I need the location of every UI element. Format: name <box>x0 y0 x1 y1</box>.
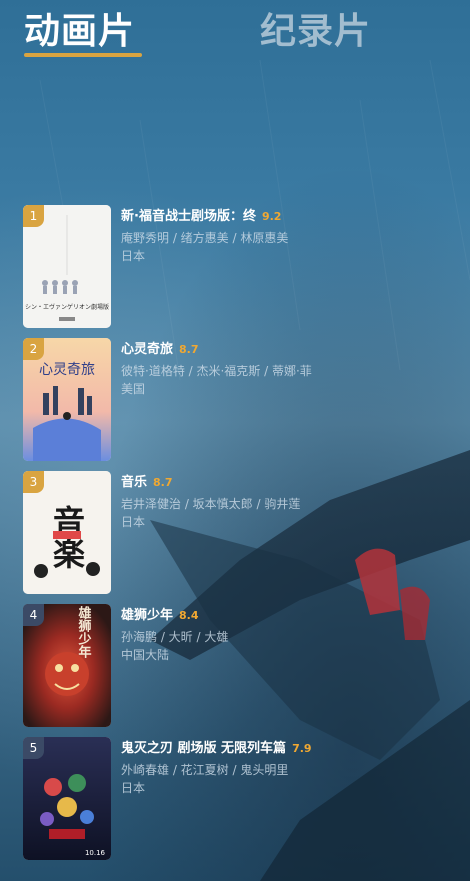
movie-people: 彼特·道格特 / 杰米·福克斯 / 蒂娜·菲 <box>121 364 312 378</box>
tab-documentary[interactable]: 纪录片 <box>260 10 371 54</box>
movie-region: 美国 <box>121 382 146 396</box>
movie-poster[interactable]: 4 雄狮少年 <box>23 604 111 727</box>
movie-people: 外崎春雄 / 花江夏树 / 鬼头明里 <box>121 763 289 777</box>
active-tab-indicator <box>24 53 142 57</box>
movie-poster[interactable]: 1 シン・エヴァンゲリオン劇場版 <box>23 205 111 328</box>
movie-score: 8.7 <box>153 476 173 489</box>
poster-title: 雄狮少年 <box>76 605 93 659</box>
movie-title[interactable]: 音乐 <box>121 471 147 490</box>
movie-region: 日本 <box>121 781 146 795</box>
movie-region: 日本 <box>121 249 146 263</box>
movie-info: 雄狮少年 8.4 孙海鹏 / 大昕 / 大雄 中国大陆 <box>121 604 451 664</box>
list-item[interactable]: 4 雄狮少年 雄狮少年 8.4 孙海鹏 / 大昕 / 大雄 中国大陆 <box>23 604 453 727</box>
movie-title[interactable]: 雄狮少年 <box>121 604 173 623</box>
movie-info: 新·福音战士剧场版：终 9.2 庵野秀明 / 绪方惠美 / 林原惠美 日本 <box>121 205 451 265</box>
rank-badge: 2 <box>23 338 44 360</box>
movie-info: 心灵奇旅 8.7 彼特·道格特 / 杰米·福克斯 / 蒂娜·菲 美国 <box>121 338 451 398</box>
movie-people: 庵野秀明 / 绪方惠美 / 林原惠美 <box>121 231 289 245</box>
movie-title[interactable]: 鬼灭之刃 剧场版 无限列车篇 <box>121 737 286 756</box>
poster-title: シン・エヴァンゲリオン劇場版 <box>25 303 109 311</box>
movie-people: 岩井泽健治 / 坂本慎太郎 / 驹井莲 <box>121 497 301 511</box>
movie-poster[interactable]: 3 音楽 <box>23 471 111 594</box>
poster-date: 10.16 <box>85 849 106 857</box>
list-item[interactable]: 1 シン・エヴァンゲリオン劇場版 新·福音战士剧场版：终 9.2 庵野秀明 / … <box>23 205 453 328</box>
rank-badge: 3 <box>23 471 44 493</box>
rank-badge: 4 <box>23 604 44 626</box>
movie-score: 7.9 <box>292 742 312 755</box>
movie-region: 中国大陆 <box>121 648 170 662</box>
movie-score: 8.7 <box>179 343 199 356</box>
movie-title[interactable]: 心灵奇旅 <box>121 338 173 357</box>
rank-badge: 5 <box>23 737 44 759</box>
movie-region: 日本 <box>121 515 146 529</box>
movie-score: 8.4 <box>179 609 199 622</box>
movie-score: 9.2 <box>261 210 282 223</box>
movie-info: 音乐 8.7 岩井泽健治 / 坂本慎太郎 / 驹井莲 日本 <box>121 471 451 531</box>
movie-poster[interactable]: 2 心灵奇旅 <box>23 338 111 461</box>
movie-poster[interactable]: 5 10.16 <box>23 737 111 860</box>
list-item[interactable]: 5 10.16 鬼灭之刃 剧场版 无限列车篇 7.9 外崎春雄 / 花江夏树 /… <box>23 737 453 860</box>
list-item[interactable]: 3 音楽 音乐 8.7 岩井泽健治 / 坂本慎太郎 / 驹井莲 日本 <box>23 471 453 594</box>
poster-title: 心灵奇旅 <box>39 361 95 378</box>
movie-info: 鬼灭之刃 剧场版 无限列车篇 7.9 外崎春雄 / 花江夏树 / 鬼头明里 日本 <box>121 737 451 797</box>
tab-animation[interactable]: 动画片 <box>24 10 135 54</box>
rank-badge: 1 <box>23 205 44 227</box>
category-tabs: 动画片 纪录片 <box>24 6 454 58</box>
movie-people: 孙海鹏 / 大昕 / 大雄 <box>121 630 229 644</box>
movie-title[interactable]: 新·福音战士剧场版：终 <box>121 205 256 224</box>
list-item[interactable]: 2 心灵奇旅 心灵奇旅 8.7 彼特·道格特 / 杰米·福克斯 / 蒂娜·菲 美… <box>23 338 453 461</box>
